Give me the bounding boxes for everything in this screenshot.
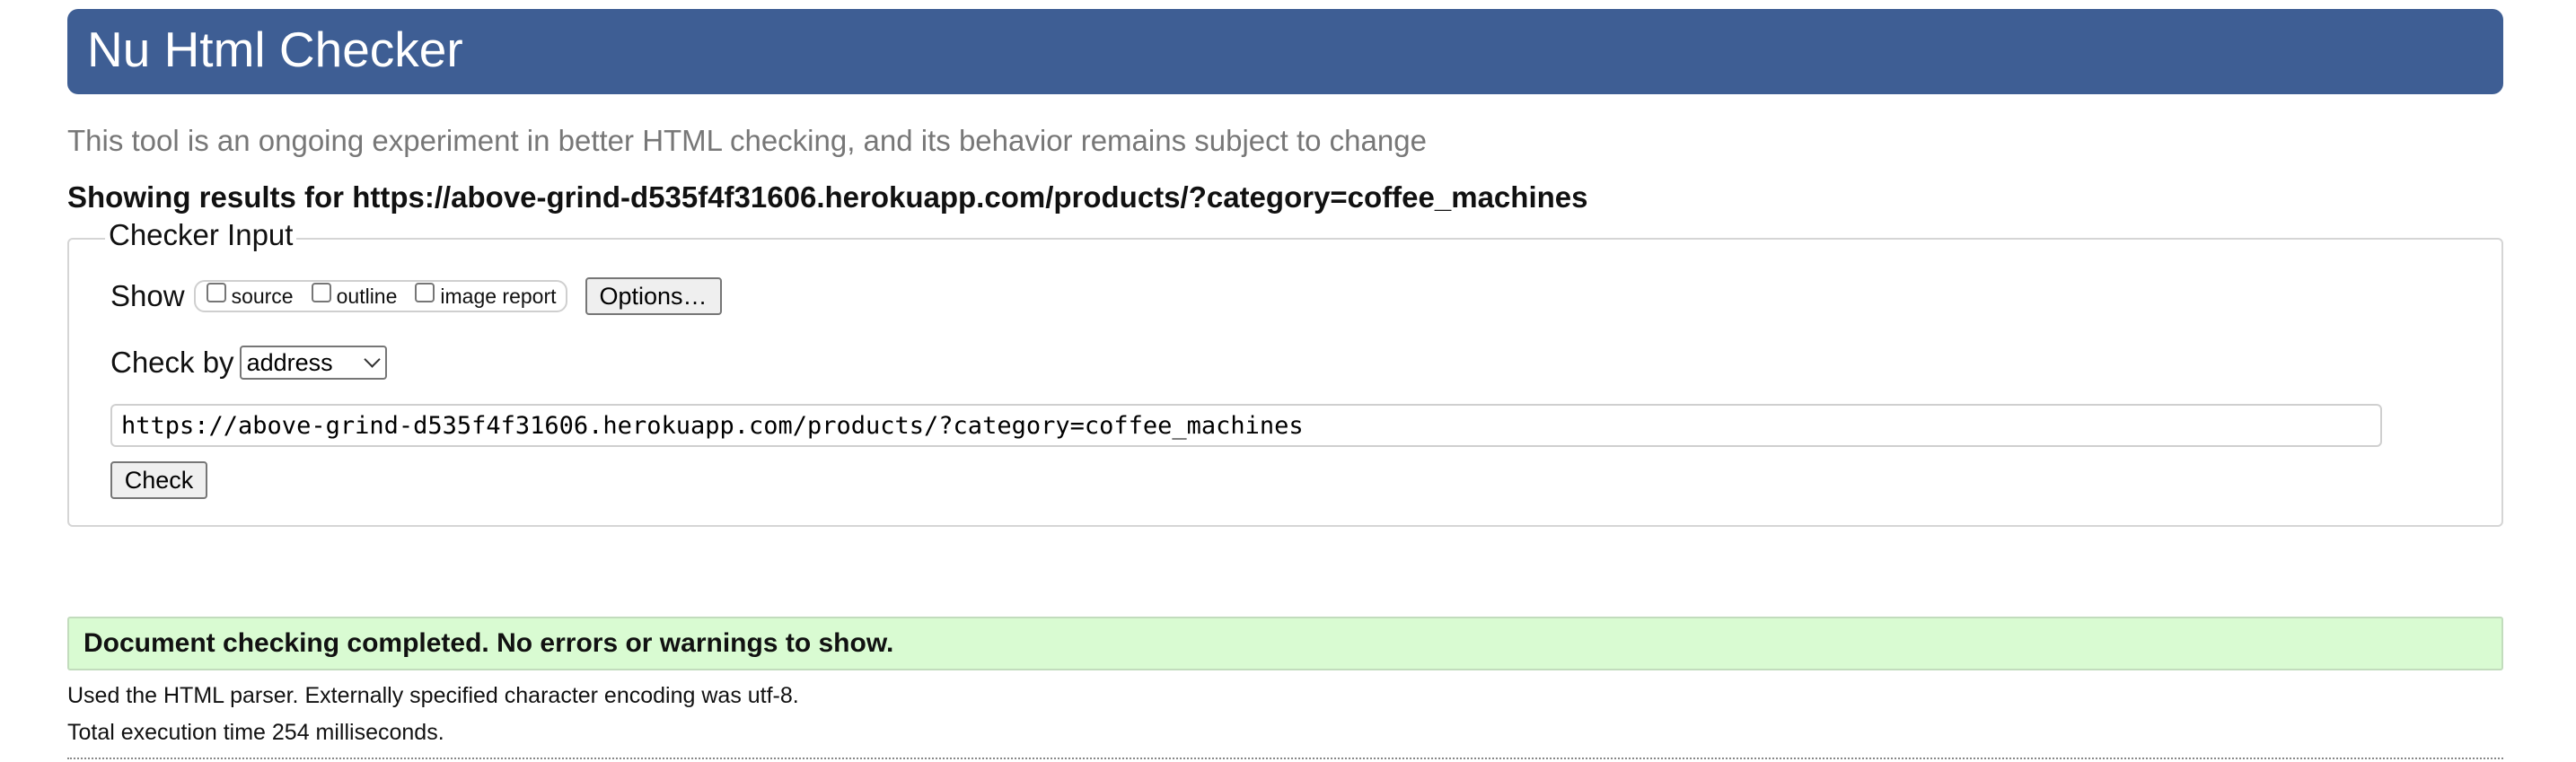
outline-checkbox-label: outline	[336, 284, 398, 308]
page-title: Nu Html Checker	[87, 22, 463, 77]
header-banner: Nu Html Checker	[67, 9, 2503, 94]
parser-info: Used the HTML parser. Externally specifi…	[67, 683, 799, 708]
tagline: This tool is an ongoing experiment in be…	[67, 124, 1427, 157]
show-options-group: source outline image report	[193, 280, 567, 312]
success-message: Document checking completed. No errors o…	[67, 617, 2503, 670]
image-report-checkbox[interactable]	[415, 283, 435, 302]
url-input[interactable]: https://above-grind-d535f4f31606.herokua…	[110, 404, 2382, 447]
results-heading: Showing results for https://above-grind-…	[67, 180, 1588, 214]
dotted-divider	[67, 758, 2503, 759]
show-option-source[interactable]: source	[206, 283, 294, 309]
source-checkbox-label: source	[231, 284, 294, 308]
source-checkbox[interactable]	[206, 283, 226, 302]
show-label: Show	[110, 279, 185, 312]
show-row: Show source outline image report Options…	[110, 277, 722, 315]
show-option-outline[interactable]: outline	[311, 283, 398, 309]
outline-checkbox[interactable]	[311, 283, 331, 302]
options-button[interactable]: Options…	[585, 277, 722, 315]
checker-input-fieldset: Checker Input Show source outline image …	[67, 218, 2503, 527]
check-by-row: Check by address	[110, 346, 387, 380]
page: Nu Html Checker This tool is an ongoing …	[0, 0, 2576, 762]
image-report-checkbox-label: image report	[440, 284, 557, 308]
check-by-selected-value: address	[246, 348, 333, 376]
chevron-down-icon	[363, 350, 381, 368]
execution-time: Total execution time 254 milliseconds.	[67, 720, 444, 745]
check-by-label: Check by	[110, 346, 234, 379]
check-by-select[interactable]: address	[239, 346, 387, 380]
checker-input-legend: Checker Input	[105, 218, 297, 252]
check-button[interactable]: Check	[110, 461, 207, 499]
show-option-image-report[interactable]: image report	[415, 283, 557, 309]
